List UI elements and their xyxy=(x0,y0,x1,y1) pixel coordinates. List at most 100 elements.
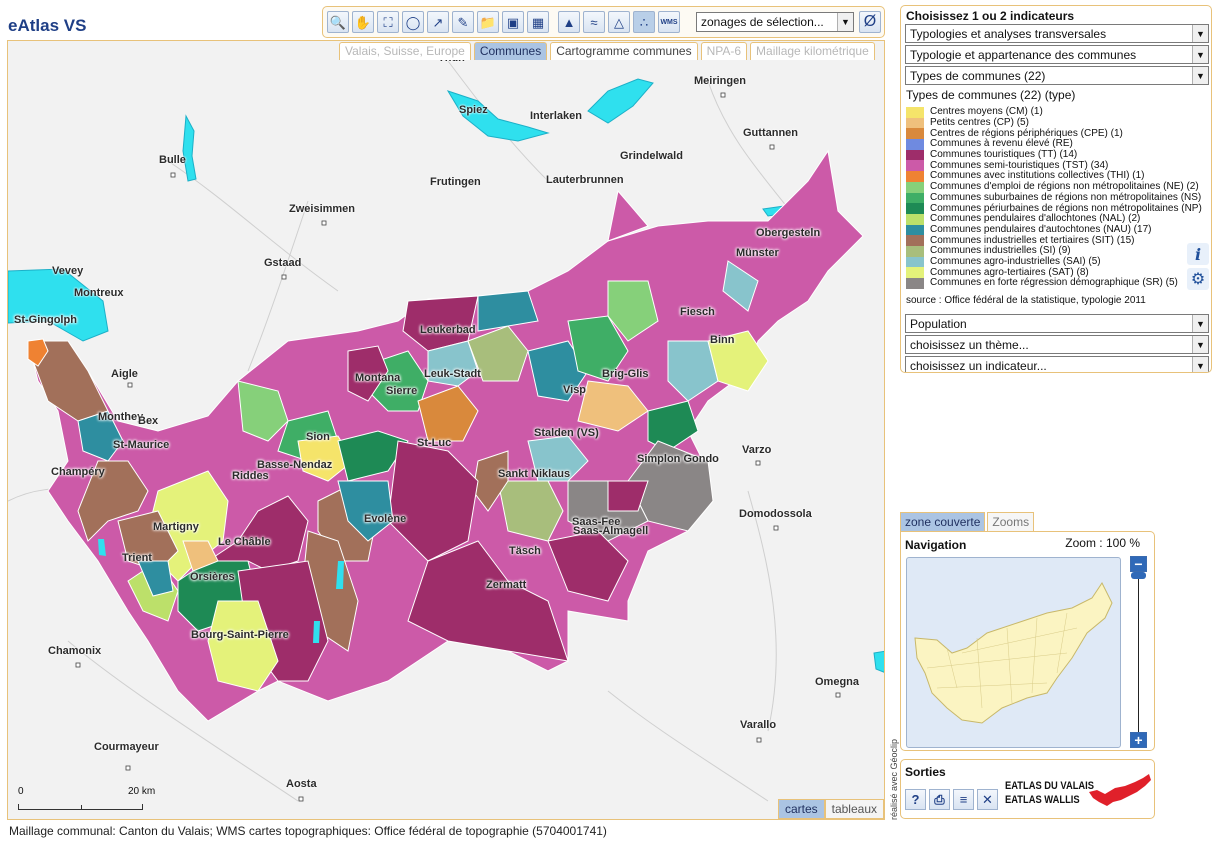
close-icon[interactable]: ✕ xyxy=(977,789,998,810)
save-icon[interactable]: ▣ xyxy=(502,11,524,33)
place-label: Zweisimmen xyxy=(289,203,356,215)
legend-swatch xyxy=(906,149,924,161)
place-label: Fiesch xyxy=(680,306,715,318)
map-canvas[interactable] xyxy=(8,41,885,820)
legend-label: Communes pendulaires d'autochtones (NAU)… xyxy=(930,223,1152,235)
tab-cartogramme-communes[interactable]: Cartogramme communes xyxy=(550,42,698,60)
zoom-slider-thumb[interactable] xyxy=(1131,572,1146,579)
zoom-out-button[interactable]: − xyxy=(1130,556,1147,572)
place-label: Guttannen xyxy=(743,127,798,139)
legend-item: Communes agro-industrielles (SAI) (5) xyxy=(906,255,1211,268)
chevron-down-icon: ▼ xyxy=(837,13,853,31)
place-label: Orsières xyxy=(190,571,235,583)
help-icon[interactable]: ? xyxy=(905,789,926,810)
legend-label: Communes agro-tertiaires (SAT) (8) xyxy=(930,266,1089,278)
brand-line-2: EATLAS WALLIS xyxy=(1005,794,1080,806)
zoom-icon[interactable]: 🔍 xyxy=(327,11,349,33)
navigation-tabs: zone couverte Zooms xyxy=(900,512,1035,531)
place-label: Varzo xyxy=(742,444,772,456)
place-label: Stalden (VS) xyxy=(534,427,599,439)
legend-swatch xyxy=(906,171,924,182)
place-label: Spiez xyxy=(459,104,488,116)
place-label: Lauterbrunnen xyxy=(546,174,624,186)
tab-npa-6[interactable]: NPA-6 xyxy=(700,42,748,60)
place-label: Sierre xyxy=(386,385,418,397)
water-icon[interactable]: ≈ xyxy=(583,11,605,33)
indicator-select-value: Types de communes (22) xyxy=(910,69,1046,83)
table-icon[interactable]: ▦ xyxy=(527,11,549,33)
place-label: Riddes xyxy=(232,470,269,482)
place-label: St-Gingolph xyxy=(14,314,77,326)
zoom-slider-track[interactable] xyxy=(1138,573,1139,732)
legend-label: Communes d'emploi de régions non métropo… xyxy=(930,181,1199,193)
legend-label: Communes agro-industrielles (SAI) (5) xyxy=(930,255,1101,267)
info-icon[interactable]: i xyxy=(1187,243,1209,265)
legend-swatch xyxy=(906,267,924,278)
legend-swatch xyxy=(906,181,924,193)
second-indicator-select[interactable]: choisissez un indicateur... ▼ xyxy=(905,356,1209,372)
place-label: Obergesteln xyxy=(756,227,821,239)
map-level-tabs: Valais, Suisse, Europe Communes Cartogra… xyxy=(339,42,875,60)
legend-title: Types de communes (22) (type) xyxy=(906,88,1076,102)
place-label: Münster xyxy=(736,247,779,259)
place-label: Trient xyxy=(122,552,152,564)
legend-label: Communes semi-touristiques (TST) (34) xyxy=(930,159,1109,171)
tab-valais-suisse-europe[interactable]: Valais, Suisse, Europe xyxy=(339,42,471,60)
subtheme-select[interactable]: Typologie et appartenance des communes ▼ xyxy=(905,45,1209,64)
brand-line-1: EATLAS DU VALAIS xyxy=(1005,780,1095,792)
binoculars-icon[interactable]: ◯ xyxy=(402,11,424,33)
place-label: Martigny xyxy=(153,521,199,533)
footer-attribution: Maillage communal: Canton du Valais; WMS… xyxy=(9,824,607,838)
place-label: Leuk-Stadt xyxy=(424,368,481,380)
settings-gear-icon[interactable]: ⚙ xyxy=(1187,268,1209,290)
legend-label: Communes à revenu élevé (RE) xyxy=(930,138,1073,150)
overview-map[interactable] xyxy=(906,557,1121,748)
map-view[interactable]: Thun Spiez Interlaken Meiringen Guttanne… xyxy=(7,40,885,820)
points-icon[interactable]: ∴ xyxy=(633,11,655,33)
relief-icon[interactable]: △ xyxy=(608,11,630,33)
draw-icon[interactable]: ✎ xyxy=(452,11,474,33)
place-label: Monthey xyxy=(98,411,144,423)
place-label: Bex xyxy=(138,415,159,427)
chevron-down-icon: ▼ xyxy=(1192,336,1208,353)
indicator-select[interactable]: Types de communes (22) ▼ xyxy=(905,66,1209,85)
theme-select[interactable]: Typologies et analyses transversales ▼ xyxy=(905,24,1209,43)
place-label: Interlaken xyxy=(530,110,582,122)
text-icon[interactable]: ≡ xyxy=(953,789,974,810)
legend-label: Communes en forte régression démographiq… xyxy=(930,277,1178,289)
tab-maillage-kilometrique[interactable]: Maillage kilométrique xyxy=(750,42,875,60)
legend-swatch xyxy=(906,224,924,236)
selection-zone-select[interactable]: zonages de sélection... ▼ xyxy=(696,12,854,32)
outputs-panel: Sorties ? ⎙ ≡ ✕ EATLAS DU VALAIS EATLAS … xyxy=(900,759,1155,819)
legend-item: Communes pendulaires d'allochtones (NAL)… xyxy=(906,214,1211,225)
wms-icon[interactable]: WMS xyxy=(658,11,680,33)
outputs-title: Sorties xyxy=(905,765,946,779)
full-extent-icon[interactable]: ⛶ xyxy=(377,11,399,33)
zoom-in-button[interactable]: + xyxy=(1130,732,1147,748)
zoom-readout: Zoom : 100 % xyxy=(1065,536,1140,550)
legend-swatch xyxy=(906,192,924,204)
tab-tableaux[interactable]: tableaux xyxy=(824,799,884,819)
place-label: Sion xyxy=(306,431,330,443)
legend-item: Communes en forte régression démographiq… xyxy=(906,277,1211,289)
tab-zone-couverte[interactable]: zone couverte xyxy=(900,512,986,531)
population-select[interactable]: Population ▼ xyxy=(905,314,1209,333)
theme-select-value: Typologies et analyses transversales xyxy=(910,27,1107,41)
pan-hand-icon[interactable]: ✋ xyxy=(352,11,374,33)
legend-item: Communes pendulaires d'autochtones (NAU)… xyxy=(906,223,1211,236)
elevation-icon[interactable]: ▲ xyxy=(558,11,580,33)
tab-zooms[interactable]: Zooms xyxy=(987,512,1035,531)
tab-cartes[interactable]: cartes xyxy=(777,799,825,819)
place-label: Täsch xyxy=(509,545,541,557)
open-folder-icon[interactable]: 📁 xyxy=(477,11,499,33)
second-theme-select[interactable]: choisissez un thème... ▼ xyxy=(905,335,1209,354)
legend-swatch xyxy=(906,117,924,129)
clear-selection-button[interactable]: Ø xyxy=(859,11,881,33)
measure-icon[interactable]: ↗ xyxy=(427,11,449,33)
legend-label: Communes suburbaines de régions non métr… xyxy=(930,191,1202,203)
place-label: Visp xyxy=(563,384,587,396)
indicator-panel: Choisissez 1 ou 2 indicateurs Typologies… xyxy=(900,5,1212,373)
tab-communes[interactable]: Communes xyxy=(473,42,548,60)
print-icon[interactable]: ⎙ xyxy=(929,789,950,810)
place-label: Omegna xyxy=(815,676,860,688)
